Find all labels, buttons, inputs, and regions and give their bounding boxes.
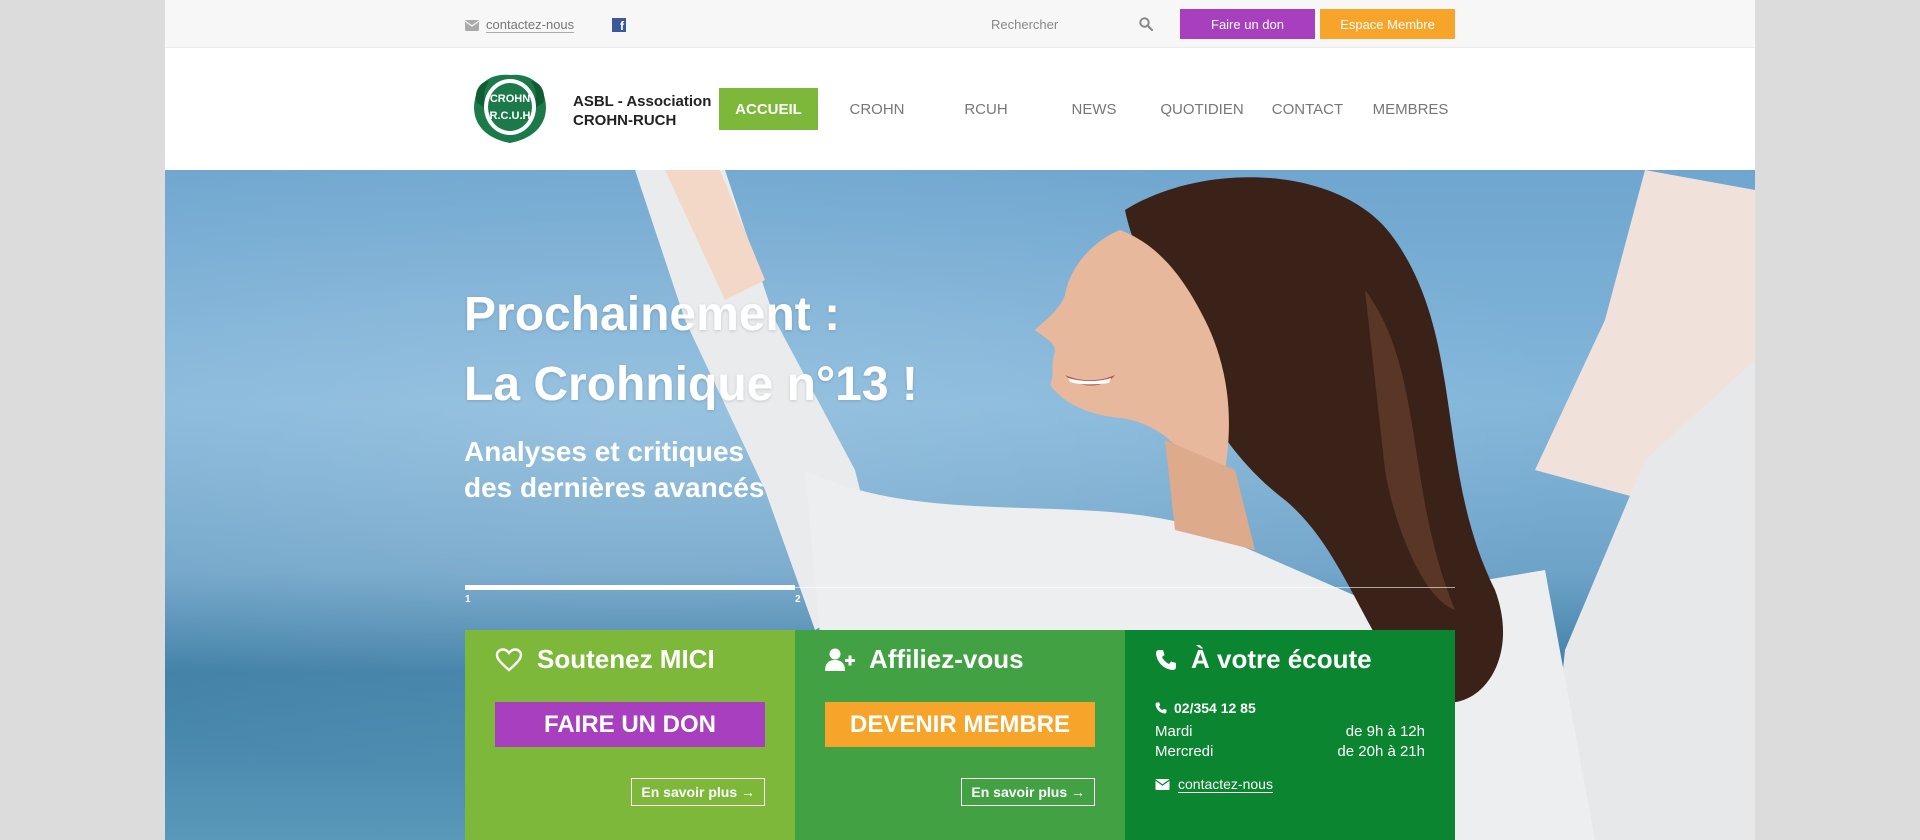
- opening-hours: Mardi de 9h à 12h Mercredi de 20h à 21h: [1155, 722, 1425, 762]
- helpline-box-title: À votre écoute: [1191, 644, 1372, 674]
- facebook-icon[interactable]: f: [612, 18, 626, 32]
- nav-item-news[interactable]: NEWS: [1036, 88, 1152, 130]
- membership-read-more-button[interactable]: En savoir plus →: [961, 778, 1095, 806]
- slider-progress-fill: [465, 585, 795, 590]
- support-read-more-button[interactable]: En savoir plus →: [631, 778, 765, 806]
- become-member-button[interactable]: DEVENIR MEMBRE: [825, 702, 1095, 747]
- helpline-box: À votre écoute 02/354 12 85 Mardi de 9h …: [1125, 630, 1455, 840]
- helpline-phone[interactable]: 02/354 12 85: [1155, 700, 1256, 716]
- organization-name: ASBL - Association CROHN-RUCH: [573, 92, 711, 130]
- helpline-box-heading: À votre écoute: [1155, 644, 1372, 675]
- support-box-heading: Soutenez MICI: [495, 644, 715, 675]
- hours-row: Mercredi de 20h à 21h: [1155, 742, 1425, 762]
- search-icon[interactable]: [1139, 17, 1153, 31]
- membership-box: Affiliez-vous DEVENIR MEMBRE En savoir p…: [795, 630, 1125, 840]
- page: contactez-nous f Faire un don Espace Mem…: [165, 0, 1755, 840]
- hours-time: de 20h à 21h: [1337, 743, 1425, 760]
- helpline-contact-label: contactez-nous: [1178, 776, 1273, 793]
- nav-item-membres[interactable]: MEMBRES: [1363, 88, 1458, 130]
- site-logo[interactable]: CROHN R.C.U.H: [469, 69, 551, 145]
- phone-icon: [1155, 702, 1167, 714]
- slide-indicator-1[interactable]: 1: [465, 594, 471, 605]
- support-box-title: Soutenez MICI: [537, 644, 715, 674]
- contact-link-label: contactez-nous: [486, 17, 575, 33]
- member-area-button[interactable]: Espace Membre: [1320, 9, 1455, 39]
- top-utility-bar: contactez-nous f Faire un don Espace Mem…: [165, 0, 1755, 48]
- helpline-phone-number: 02/354 12 85: [1174, 700, 1256, 716]
- phone-icon: [1156, 649, 1176, 670]
- donate-button-top[interactable]: Faire un don: [1180, 9, 1315, 39]
- hero-title-line1: Prochainement :: [464, 288, 841, 341]
- membership-box-heading: Affiliez-vous: [825, 644, 1024, 675]
- hours-time: de 9h à 12h: [1345, 723, 1425, 740]
- hero-slider: Prochainement : La Crohnique n°13 ! Anal…: [165, 170, 1755, 840]
- hero-subtitle-line1: Analyses et critiques: [464, 436, 745, 467]
- svg-text:CROHN: CROHN: [490, 93, 530, 105]
- envelope-icon: [465, 19, 479, 31]
- hero-title: Prochainement : La Crohnique n°13 !: [464, 280, 918, 420]
- envelope-icon: [1155, 779, 1170, 790]
- donate-button[interactable]: FAIRE UN DON: [495, 702, 765, 747]
- support-box: Soutenez MICI FAIRE UN DON En savoir plu…: [465, 630, 795, 840]
- org-name-line2: CROHN-RUCH: [573, 112, 677, 129]
- helpline-contact-link[interactable]: contactez-nous: [1155, 776, 1273, 793]
- nav-item-quotidien[interactable]: QUOTIDIEN: [1152, 88, 1252, 130]
- hours-row: Mardi de 9h à 12h: [1155, 722, 1425, 742]
- hours-day: Mardi: [1155, 723, 1193, 740]
- user-plus-icon: [825, 648, 855, 671]
- hero-title-line2: La Crohnique n°13 !: [464, 358, 918, 411]
- nav-item-crohn[interactable]: CROHN: [818, 88, 936, 130]
- hours-day: Mercredi: [1155, 743, 1214, 760]
- hero-subtitle: Analyses et critiques des dernières avan…: [464, 434, 764, 506]
- membership-box-title: Affiliez-vous: [869, 644, 1024, 674]
- nav-item-rcuh[interactable]: RCUH: [936, 88, 1036, 130]
- org-name-line1: ASBL - Association: [573, 93, 712, 110]
- search-box: [981, 9, 1159, 39]
- hero-subtitle-line2: des dernières avancés: [464, 472, 765, 503]
- contact-link-top[interactable]: contactez-nous: [465, 17, 575, 33]
- site-header: CROHN R.C.U.H ASBL - Association CROHN-R…: [165, 49, 1755, 170]
- search-input[interactable]: [991, 16, 1131, 32]
- nav-item-contact[interactable]: CONTACT: [1252, 88, 1363, 130]
- main-navigation: ACCUEIL CROHN RCUH NEWS QUOTIDIEN CONTAC…: [719, 88, 1458, 130]
- svg-text:R.C.U.H: R.C.U.H: [490, 110, 531, 122]
- nav-item-accueil[interactable]: ACCUEIL: [719, 88, 818, 130]
- slide-indicator-2[interactable]: 2: [795, 594, 801, 605]
- heart-icon: [495, 647, 523, 672]
